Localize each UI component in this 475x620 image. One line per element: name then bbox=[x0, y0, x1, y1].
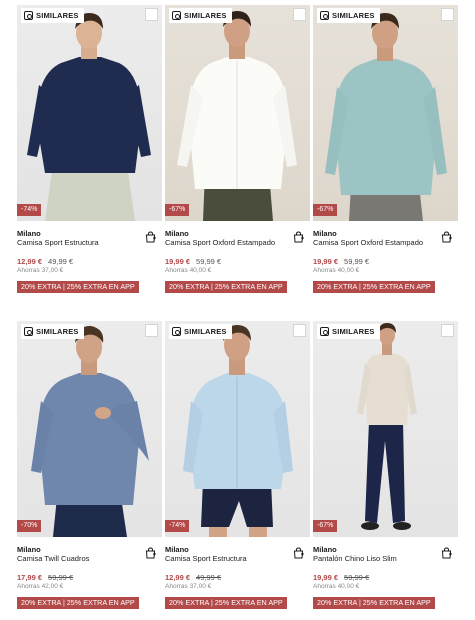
product-name[interactable]: Camisa Sport Estructura bbox=[165, 554, 310, 564]
model-photo bbox=[177, 11, 297, 221]
product-image[interactable]: SIMILARES -74% bbox=[165, 321, 310, 537]
product-card[interactable]: SIMILARES -74% Milano Camisa Sport Estru… bbox=[17, 5, 162, 321]
product-info: Milano Camisa Sport Oxford Estampado 19,… bbox=[165, 221, 310, 321]
select-checkbox[interactable] bbox=[293, 324, 306, 337]
similares-button[interactable]: SIMILARES bbox=[317, 324, 380, 339]
current-price: 19,99 € bbox=[165, 257, 191, 266]
savings-text: Ahorras 37,00 € bbox=[17, 267, 64, 274]
product-name[interactable]: Camisa Sport Oxford Estampado bbox=[165, 238, 310, 248]
product-image[interactable]: SIMILARES -74% bbox=[17, 5, 162, 221]
add-to-bag-icon[interactable] bbox=[293, 231, 304, 243]
current-price: 12,99 € bbox=[17, 257, 43, 266]
product-card[interactable]: SIMILARES -67% Milano Camisa Sport Oxfor… bbox=[313, 5, 458, 321]
product-name[interactable]: Camisa Sport Oxford Estampado bbox=[313, 238, 458, 248]
model-photo bbox=[325, 13, 447, 221]
product-card[interactable]: SIMILARES -74% Milano Camisa Sport Estru… bbox=[165, 321, 310, 620]
product-name[interactable]: Camisa Twill Cuadros bbox=[17, 554, 162, 564]
model-photo bbox=[27, 13, 151, 221]
current-price: 19,99 € bbox=[313, 573, 339, 582]
current-price: 19,99 € bbox=[313, 257, 339, 266]
product-row: SIMILARES -74% Milano Camisa Sport Estru… bbox=[17, 5, 458, 321]
discount-badge: -67% bbox=[313, 520, 338, 532]
product-info: Milano Camisa Twill Cuadros 17,99 € 59,99… bbox=[17, 537, 162, 620]
add-to-bag-icon[interactable] bbox=[145, 231, 156, 243]
similar-search-icon bbox=[320, 327, 329, 336]
discount-badge: -67% bbox=[165, 204, 190, 216]
add-to-bag-icon[interactable] bbox=[145, 547, 156, 559]
product-info: Milano Camisa Sport Estructura 12,99 € 49… bbox=[165, 537, 310, 620]
savings-text: Ahorras 40,00 € bbox=[165, 267, 212, 274]
product-brand[interactable]: Milano bbox=[17, 229, 162, 238]
similar-search-icon bbox=[320, 11, 329, 20]
add-to-bag-icon[interactable] bbox=[441, 231, 452, 243]
promo-badge: 20% EXTRA | 25% EXTRA EN APP bbox=[313, 281, 435, 293]
product-brand[interactable]: Milano bbox=[313, 229, 458, 238]
discount-badge: -74% bbox=[165, 520, 190, 532]
product-brand[interactable]: Milano bbox=[17, 545, 162, 554]
model-photo bbox=[31, 325, 149, 537]
select-checkbox[interactable] bbox=[293, 8, 306, 21]
product-info: Milano Camisa Sport Oxford Estampado 19,… bbox=[313, 221, 458, 321]
product-info: Milano Camisa Sport Estructura 12,99 € 49… bbox=[17, 221, 162, 321]
product-image[interactable]: SIMILARES -70% bbox=[17, 321, 162, 537]
select-checkbox[interactable] bbox=[441, 324, 454, 337]
similares-button[interactable]: SIMILARES bbox=[21, 8, 84, 23]
promo-badge: 20% EXTRA | 25% EXTRA EN APP bbox=[313, 597, 435, 609]
product-info: Milano Pantalón Chino Liso Slim 19,99 € 5… bbox=[313, 537, 458, 620]
similares-label: SIMILARES bbox=[184, 11, 227, 20]
similares-label: SIMILARES bbox=[332, 11, 375, 20]
savings-text: Ahorras 42,00 € bbox=[17, 583, 64, 590]
discount-badge: -67% bbox=[313, 204, 338, 216]
promo-badge: 20% EXTRA | 25% EXTRA EN APP bbox=[17, 597, 139, 609]
original-price: 49,99 € bbox=[196, 573, 222, 582]
product-card[interactable]: SIMILARES -67% Milano Pantalón Chino Lis… bbox=[313, 321, 458, 620]
original-price: 49,99 € bbox=[48, 257, 74, 266]
product-brand[interactable]: Milano bbox=[313, 545, 458, 554]
product-row: SIMILARES -70% Milano Camisa Twill Cuadr… bbox=[17, 321, 458, 620]
savings-text: Ahorras 37,00 € bbox=[165, 583, 212, 590]
model-photo bbox=[183, 325, 293, 537]
original-price: 59,99 € bbox=[196, 257, 222, 266]
product-card[interactable]: SIMILARES -67% Milano Camisa Sport Oxfor… bbox=[165, 5, 310, 321]
similar-search-icon bbox=[172, 327, 181, 336]
original-price: 59,99 € bbox=[344, 257, 370, 266]
similares-label: SIMILARES bbox=[184, 327, 227, 336]
product-image[interactable]: SIMILARES -67% bbox=[313, 321, 458, 537]
similares-button[interactable]: SIMILARES bbox=[169, 8, 232, 23]
similar-search-icon bbox=[172, 11, 181, 20]
product-brand[interactable]: Milano bbox=[165, 545, 310, 554]
product-image[interactable]: SIMILARES -67% bbox=[313, 5, 458, 221]
select-checkbox[interactable] bbox=[145, 8, 158, 21]
similares-button[interactable]: SIMILARES bbox=[169, 324, 232, 339]
original-price: 59,99 € bbox=[48, 573, 74, 582]
product-brand[interactable]: Milano bbox=[165, 229, 310, 238]
similar-search-icon bbox=[24, 11, 33, 20]
product-image[interactable]: SIMILARES -67% bbox=[165, 5, 310, 221]
add-to-bag-icon[interactable] bbox=[441, 547, 452, 559]
similares-button[interactable]: SIMILARES bbox=[317, 8, 380, 23]
add-to-bag-icon[interactable] bbox=[293, 547, 304, 559]
current-price: 17,99 € bbox=[17, 573, 43, 582]
original-price: 59,99 € bbox=[344, 573, 370, 582]
similares-button[interactable]: SIMILARES bbox=[21, 324, 84, 339]
similares-label: SIMILARES bbox=[332, 327, 375, 336]
model-photo bbox=[357, 323, 417, 530]
discount-badge: -74% bbox=[17, 204, 42, 216]
similar-search-icon bbox=[24, 327, 33, 336]
similares-label: SIMILARES bbox=[36, 11, 79, 20]
savings-text: Ahorras 40,00 € bbox=[313, 267, 360, 274]
product-card[interactable]: SIMILARES -70% Milano Camisa Twill Cuadr… bbox=[17, 321, 162, 620]
select-checkbox[interactable] bbox=[441, 8, 454, 21]
promo-badge: 20% EXTRA | 25% EXTRA EN APP bbox=[165, 281, 287, 293]
savings-text: Ahorras 40,00 € bbox=[313, 583, 360, 590]
current-price: 12,99 € bbox=[165, 573, 191, 582]
product-name[interactable]: Pantalón Chino Liso Slim bbox=[313, 554, 458, 564]
select-checkbox[interactable] bbox=[145, 324, 158, 337]
discount-badge: -70% bbox=[17, 520, 42, 532]
promo-badge: 20% EXTRA | 25% EXTRA EN APP bbox=[17, 281, 139, 293]
promo-badge: 20% EXTRA | 25% EXTRA EN APP bbox=[165, 597, 287, 609]
similares-label: SIMILARES bbox=[36, 327, 79, 336]
product-name[interactable]: Camisa Sport Estructura bbox=[17, 238, 162, 248]
